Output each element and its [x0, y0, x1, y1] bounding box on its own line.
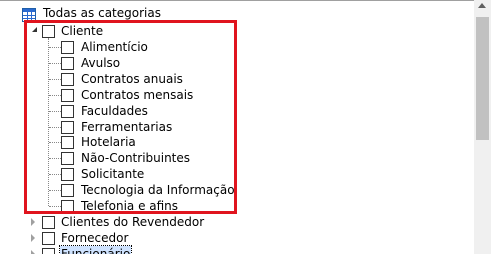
checkbox-funcionario[interactable] — [42, 248, 55, 254]
category-tree[interactable]: Todas as categorias Cliente Alimentício A… — [0, 0, 474, 254]
expand-arrow-icon[interactable] — [31, 218, 35, 226]
checkbox-clientes-do-revendedor[interactable] — [42, 216, 55, 229]
scrollbar-thumb[interactable] — [476, 17, 489, 140]
tree-item-fornecedor[interactable]: Fornecedor — [0, 230, 300, 246]
tree-root-label[interactable]: Todas as categorias — [43, 5, 161, 21]
tree-item-clientes-do-revendedor[interactable]: Clientes do Revendedor — [0, 214, 300, 230]
expand-arrow-icon[interactable] — [31, 234, 35, 242]
vertical-scrollbar[interactable] — [474, 0, 491, 254]
tree-item-label: Fornecedor — [61, 231, 129, 245]
expand-arrow-icon[interactable] — [31, 250, 35, 254]
annotation-highlight-box — [24, 20, 237, 214]
tree-item-label: Clientes do Revendedor — [61, 215, 205, 229]
scroll-up-arrow-icon[interactable] — [478, 3, 486, 8]
tree-item-label: Funcionário — [58, 245, 133, 254]
checkbox-fornecedor[interactable] — [42, 232, 55, 245]
tree-item-funcionario[interactable]: Funcionário — [0, 245, 300, 254]
tree-root-row[interactable]: Todas as categorias — [0, 5, 300, 22]
